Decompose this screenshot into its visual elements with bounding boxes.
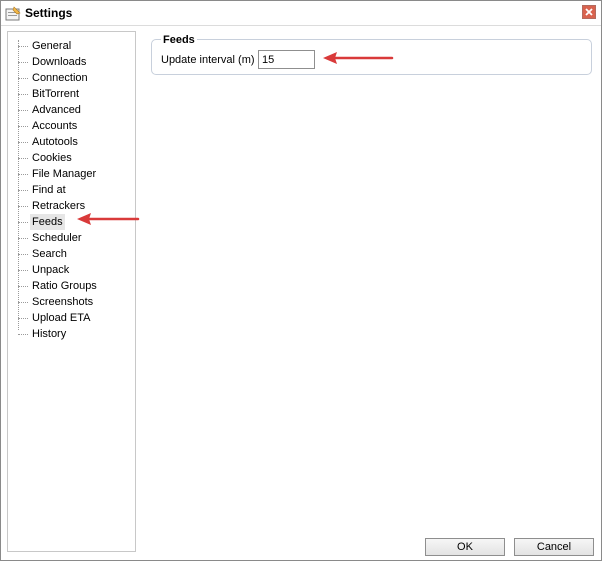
tree-connector [18,110,28,112]
sidebar-item-find-at[interactable]: Find at [8,182,135,198]
tree-connector [18,206,28,208]
sidebar-item-label: BitTorrent [32,88,80,100]
settings-category-tree: General Downloads Connection BitTorrent Adva… [7,31,136,552]
sidebar-item-label: Cookies [32,152,72,164]
sidebar-item-downloads[interactable]: Downloads [8,54,135,70]
tree-connector [18,334,28,336]
sidebar-item-file-manager[interactable]: File Manager [8,166,135,182]
sidebar-item-screenshots[interactable]: Screenshots [8,294,135,310]
tree-connector [18,302,28,304]
sidebar-item-label: Downloads [32,56,87,68]
sidebar-item-label: File Manager [32,168,97,180]
sidebar-item-autotools[interactable]: Autotools [8,134,135,150]
tree-connector [18,126,28,128]
tree-connector [18,190,28,192]
update-interval-label: Update interval (m) [161,54,255,66]
sidebar-item-label: Scheduler [32,232,82,244]
tree-connector [18,270,28,272]
settings-app-icon [5,6,21,21]
feeds-group-title: Feeds [161,33,197,47]
sidebar-item-label: Ratio Groups [32,280,97,292]
tree-connector [18,174,28,176]
tree-connector [18,158,28,160]
tree-connector [18,78,28,80]
sidebar-item-label: Find at [32,184,66,196]
annotation-arrow-feeds-item [77,213,140,225]
update-interval-input[interactable] [258,50,315,69]
sidebar-item-bittorrent[interactable]: BitTorrent [8,86,135,102]
sidebar-item-label: Autotools [32,136,78,148]
sidebar-item-label: Unpack [32,264,70,276]
sidebar-item-connection[interactable]: Connection [8,70,135,86]
tree-connector [18,238,28,240]
sidebar-item-label: Accounts [32,120,78,132]
annotation-arrow-update-interval [323,52,394,64]
sidebar-item-label: Upload ETA [32,312,91,324]
ok-button[interactable]: OK [425,538,505,556]
sidebar-item-label: History [32,328,67,340]
tree-connector [18,62,28,64]
tree-connector [18,254,28,256]
sidebar-item-general[interactable]: General [8,38,135,54]
sidebar-item-advanced[interactable]: Advanced [8,102,135,118]
sidebar-item-label: Search [32,248,67,260]
cancel-button[interactable]: Cancel [514,538,594,556]
sidebar-item-scheduler[interactable]: Scheduler [8,230,135,246]
sidebar-item-label: Advanced [32,104,81,116]
close-icon [583,6,595,18]
sidebar-item-ratio-groups[interactable]: Ratio Groups [8,278,135,294]
sidebar-item-label: Feeds [30,214,65,230]
sidebar-item-upload-eta[interactable]: Upload ETA [8,310,135,326]
sidebar-item-label: General [32,40,72,52]
settings-window: Settings General Downloads Connection BitTo… [0,0,602,561]
sidebar-item-history[interactable]: History [8,326,135,342]
close-button[interactable] [582,5,596,19]
tree-connector [18,46,28,48]
sidebar-item-cookies[interactable]: Cookies [8,150,135,166]
sidebar-item-accounts[interactable]: Accounts [8,118,135,134]
sidebar-item-label: Screenshots [32,296,94,308]
tree-connector [18,142,28,144]
sidebar-item-unpack[interactable]: Unpack [8,262,135,278]
tree-connector [18,94,28,96]
window-title: Settings [25,6,73,20]
tree-connector [18,318,28,320]
sidebar-item-label: Connection [32,72,88,84]
tree-connector [18,222,28,224]
title-bar: Settings [1,1,601,26]
sidebar-item-search[interactable]: Search [8,246,135,262]
tree-connector [18,286,28,288]
